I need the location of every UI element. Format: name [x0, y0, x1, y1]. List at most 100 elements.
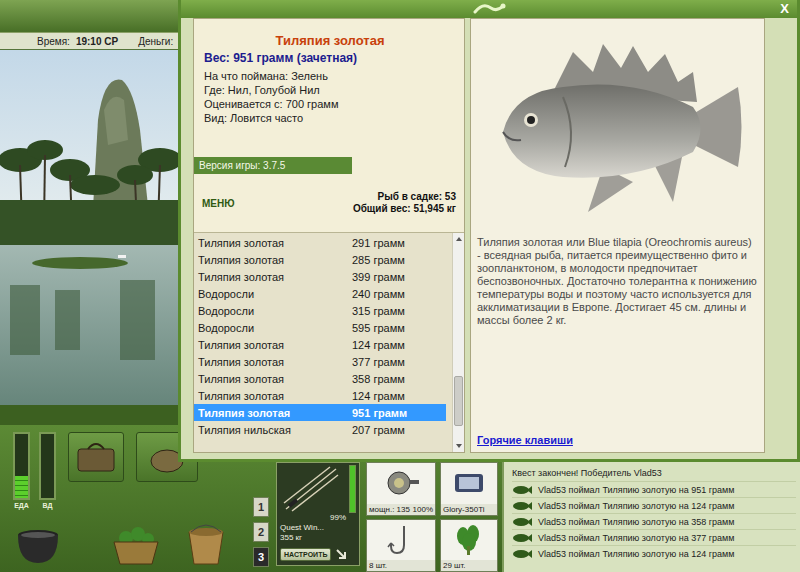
arrow-up-icon: [456, 237, 462, 241]
catch-name: Тиляпия золотая: [198, 356, 352, 368]
rod-condition-fill: [350, 466, 355, 512]
gauge: ЕДА: [13, 432, 30, 512]
line-name: Glory-350Ti: [443, 505, 485, 514]
version-bar: Версия игры: 3.7.5: [194, 157, 352, 174]
line-slot[interactable]: Glory-350Ti: [440, 462, 498, 516]
catch-row[interactable]: Тиляпия золотая285 грамм: [194, 251, 446, 268]
gauge-label: ВД: [43, 502, 53, 509]
page-button[interactable]: 2: [253, 522, 269, 542]
log-text: Vlad53 поймал Тиляпию золотую на 124 гра…: [538, 549, 734, 559]
scrollbar[interactable]: [452, 233, 464, 452]
gauge-label: ЕДА: [14, 502, 29, 509]
hotkeys-link[interactable]: Горячие клавиши: [477, 434, 573, 448]
scroll-up-button[interactable]: [453, 233, 464, 245]
catch-name: Водоросли: [198, 305, 352, 317]
page-button[interactable]: 3: [253, 547, 269, 567]
bucket-icon[interactable]: [176, 518, 236, 572]
time-value: 19:10 СР: [76, 36, 118, 47]
catch-weight: 240 грамм: [352, 288, 446, 300]
catch-row[interactable]: Тиляпия золотая124 грамм: [194, 387, 446, 404]
rod-name: Quest Win...: [280, 523, 356, 533]
fish-field: Где: Нил, Голубой Нил: [204, 83, 456, 97]
catch-weight: 291 грамм: [352, 237, 446, 249]
basket-icon[interactable]: [106, 518, 166, 572]
fish-description: Тиляпия золотая или Blue tilapia (Oreoch…: [477, 236, 758, 327]
dialog-header: X: [181, 0, 797, 18]
stat-line: Общий вес: 51,945 кг: [353, 203, 456, 215]
rod-slot[interactable]: 99%Quest Win...355 кгНАСТРОИТЬ: [276, 462, 360, 566]
catch-rows: Тиляпия золотая291 граммТиляпия золотая2…: [194, 233, 452, 452]
log-text: Vlad53 поймал Тиляпию золотую на 358 гра…: [538, 517, 734, 527]
fish-weight: Вес: 951 грамм (зачетная): [204, 51, 456, 65]
hud-bottom-row: [8, 518, 250, 572]
log-entry: Vlad53 поймал Тиляпию золотую на 358 гра…: [512, 513, 796, 529]
catch-row[interactable]: Тиляпия золотая124 грамм: [194, 336, 446, 353]
catch-row[interactable]: Тиляпия золотая358 грамм: [194, 370, 446, 387]
catch-weight: 124 грамм: [352, 390, 446, 402]
cauldron-icon[interactable]: [8, 518, 68, 572]
catch-weight: 951 грамм: [352, 407, 446, 419]
catch-list: Тиляпия золотая291 граммТиляпия золотая2…: [194, 232, 464, 452]
dialog-body: Тиляпия золотая Вес: 951 грамм (зачетная)…: [181, 18, 797, 459]
tilapia-icon: [477, 19, 758, 234]
hook-icon: [367, 520, 435, 561]
fish-card: Тиляпия золотаяВес: 951 грамм (зачетная)…: [194, 19, 464, 157]
hook-count: 8 шт.: [369, 561, 387, 570]
catch-row[interactable]: Тиляпия золотая951 грамм: [194, 404, 446, 421]
catch-row[interactable]: Тиляпия золотая399 грамм: [194, 268, 446, 285]
log-title: Квест закончен! Победитель Vlad53: [512, 465, 796, 481]
menu-button[interactable]: МЕНЮ: [202, 198, 235, 209]
log-entry: Vlad53 поймал Тиляпию золотую на 951 гра…: [512, 481, 796, 497]
catch-row[interactable]: Водоросли315 грамм: [194, 302, 446, 319]
gauge-fill: [15, 476, 28, 498]
gauges: ЕДА ВД: [8, 432, 56, 512]
bait-slot[interactable]: 29 шт.: [440, 519, 498, 572]
tackle-box-icon[interactable]: [68, 432, 124, 482]
scroll-track: [453, 245, 464, 440]
catch-row[interactable]: Тиляпия нильская207 грамм: [194, 421, 446, 438]
scroll-down-button[interactable]: [453, 440, 464, 452]
catch-weight: 207 грамм: [352, 424, 446, 436]
gauge: ВД: [39, 432, 56, 512]
scroll-thumb[interactable]: [454, 376, 463, 426]
log-text: Vlad53 поймал Тиляпию золотую на 124 гра…: [538, 501, 734, 511]
catch-row[interactable]: Тиляпия золотая291 грамм: [194, 234, 446, 251]
fish-icon: [512, 501, 532, 511]
fish-icon: [512, 517, 532, 527]
catch-weight: 399 грамм: [352, 271, 446, 283]
rod-icon: [280, 465, 346, 513]
event-log: Квест закончен! Победитель Vlad53Vlad53 …: [502, 462, 800, 572]
catch-name: Тиляпия золотая: [198, 254, 352, 266]
tackle-column: Glory-350Ti 29 шт.: [440, 462, 498, 572]
scene-photo: [0, 50, 178, 425]
greens-icon: [441, 520, 497, 561]
catch-weight: 595 грамм: [352, 322, 446, 334]
hook-slot[interactable]: 8 шт.: [366, 519, 436, 572]
money-label: Деньги:: [138, 36, 173, 47]
gecko-logo-icon: [469, 0, 509, 18]
gauge-track: [39, 432, 56, 500]
catch-weight: 377 грамм: [352, 356, 446, 368]
bait-label: 29 шт.: [441, 560, 497, 571]
catch-row[interactable]: Водоросли595 грамм: [194, 319, 446, 336]
catch-name: Тиляпия золотая: [198, 339, 352, 351]
time-label: Время:: [37, 36, 70, 47]
log-text: Vlad53 поймал Тиляпию золотую на 377 гра…: [538, 533, 734, 543]
rod-top: [280, 465, 356, 513]
arrow-icon[interactable]: [336, 545, 346, 563]
setup-button[interactable]: НАСТРОИТЬ: [280, 548, 331, 561]
catch-weight: 315 грамм: [352, 305, 446, 317]
close-button[interactable]: X: [780, 1, 789, 17]
page-button[interactable]: 1: [253, 497, 269, 517]
reel-label: мощн.: 135100%: [367, 504, 435, 515]
reel-slot[interactable]: мощн.: 135100%: [366, 462, 436, 516]
catch-row[interactable]: Тиляпия золотая377 грамм: [194, 353, 446, 370]
catch-panel: Тиляпия золотая Вес: 951 грамм (зачетная)…: [193, 18, 465, 453]
catch-name: Тиляпия нильская: [198, 424, 352, 436]
catch-row[interactable]: Водоросли240 грамм: [194, 285, 446, 302]
hook-label: 8 шт.: [367, 560, 435, 571]
reel-power: мощн.: 135: [369, 505, 410, 514]
arrow-down-icon: [456, 444, 462, 448]
fish-field: Оценивается с: 700 грамм: [204, 97, 456, 111]
log-entry: Vlad53 поймал Тиляпию золотую на 124 гра…: [512, 545, 796, 561]
